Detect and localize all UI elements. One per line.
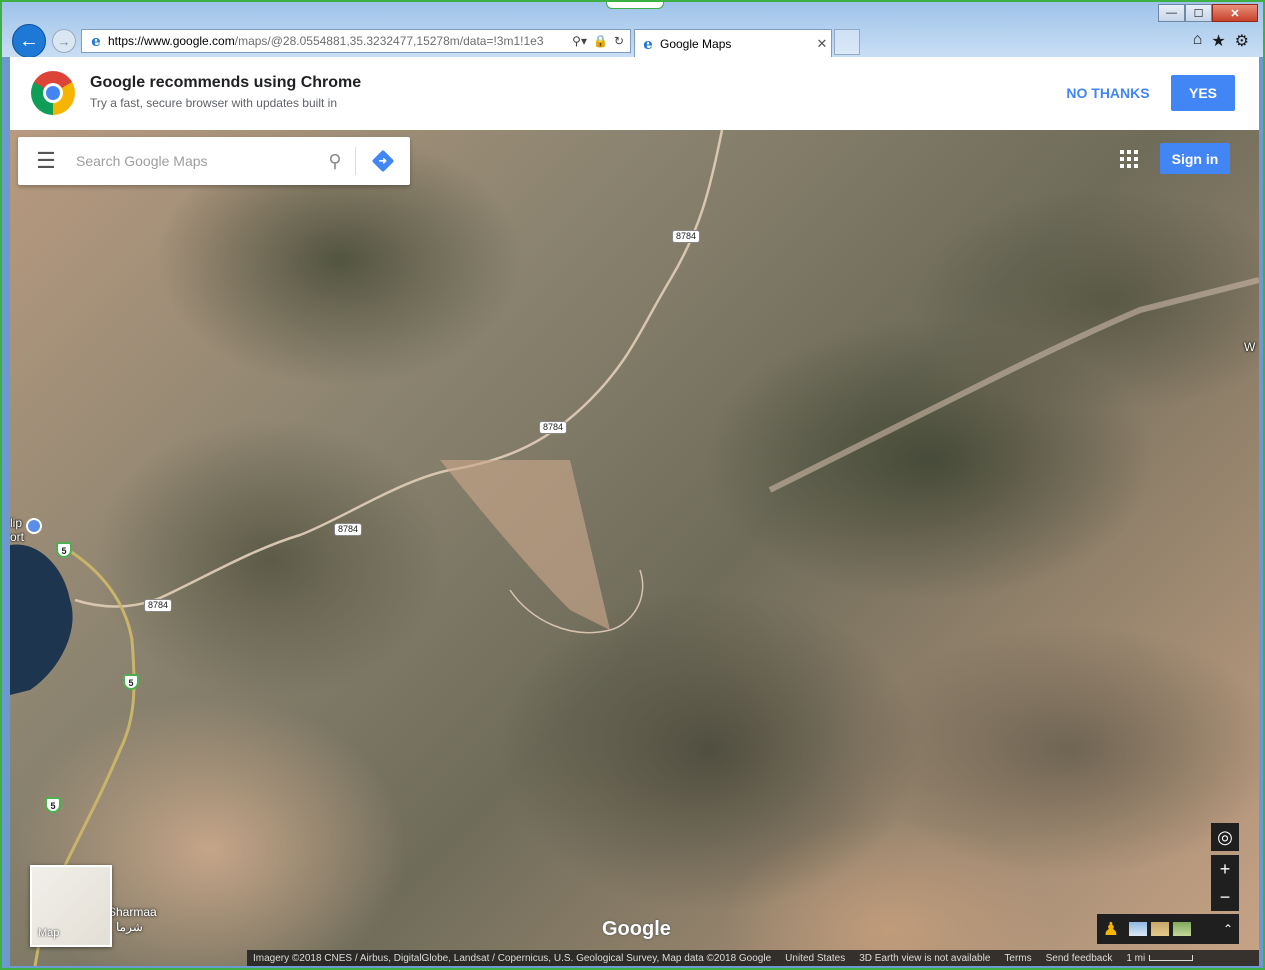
banner-title: Google recommends using Chrome [90, 74, 362, 91]
scale-label: 1 mi [1126, 952, 1146, 964]
tab-title: Google Maps [660, 36, 732, 51]
url-scheme: https://www. [108, 34, 173, 48]
zoom-in-button[interactable]: + [1211, 855, 1239, 883]
toolbar-icons: ⌂ ★ ⚙ [1193, 31, 1249, 51]
address-bar[interactable]: e https://www.google.com/maps/@28.055488… [81, 29, 631, 53]
layer-thumb-sky[interactable] [1129, 922, 1147, 936]
airport-poi-icon[interactable] [26, 518, 42, 534]
region-link[interactable]: United States [785, 953, 845, 964]
ie-page-icon: e [91, 32, 101, 50]
layer-thumb-green[interactable] [1173, 922, 1191, 936]
road-label-8784: 8784 [334, 523, 363, 536]
earth-view-note: 3D Earth view is not available [859, 952, 991, 964]
map-view-toggle[interactable]: Map [30, 865, 112, 947]
map-terrain [10, 130, 1259, 966]
minimap-label: Map [38, 927, 60, 939]
place-label-partial: ort [10, 530, 25, 544]
zoom-out-button[interactable]: − [1211, 883, 1239, 911]
window-notch [606, 2, 664, 9]
place-label-sharmaa-arabic: شرما [116, 920, 143, 934]
imagery-attribution: Imagery ©2018 CNES / Airbus, DigitalGlob… [253, 952, 772, 964]
expand-chevron-icon[interactable]: ⌃ [1223, 922, 1233, 936]
layers-bar: ♟ ⌃ [1097, 914, 1239, 944]
road-label-8784: 8784 [144, 599, 173, 612]
road-label-8784: 8784 [672, 230, 701, 243]
sea-water [10, 544, 73, 695]
apps-grid-icon[interactable] [1120, 150, 1138, 168]
banner-subtitle: Try a fast, secure browser with updates … [90, 96, 337, 110]
no-thanks-button[interactable]: NO THANKS [1060, 76, 1156, 110]
highway-shield-5: 5 [45, 797, 61, 813]
browser-chrome: ← → e https://www.google.com/maps/@28.05… [2, 2, 1263, 58]
road-8784 [74, 130, 724, 608]
url-path: /maps/@28.0554881,35.3232477,15278m/data… [234, 34, 544, 48]
url-domain: google.com [172, 34, 235, 48]
tab-google-maps[interactable]: e Google Maps ✕ [634, 29, 832, 57]
lock-icon[interactable]: 🔒 [593, 34, 608, 48]
back-button[interactable]: ← [12, 24, 46, 58]
browser-window: ← → e https://www.google.com/maps/@28.05… [0, 0, 1265, 970]
search-input[interactable] [74, 140, 315, 182]
menu-hamburger-icon[interactable]: ☰ [18, 137, 74, 185]
favorites-star-icon[interactable]: ★ [1211, 31, 1225, 51]
map-footer: Imagery ©2018 CNES / Airbus, DigitalGlob… [247, 950, 1259, 966]
satellite-map[interactable]: ☰ ⚲ ➜ Sign in 8784 8784 8784 8784 5 5 5 … [10, 130, 1259, 966]
place-label-sharmaa: Sharmaa [108, 905, 157, 919]
search-dropdown-icon[interactable]: ⚲▾ [572, 34, 587, 48]
close-window-button[interactable]: ✕ [1212, 4, 1258, 22]
tab-ie-icon: e [643, 34, 653, 53]
home-icon[interactable]: ⌂ [1193, 31, 1203, 51]
highway-shield-5: 5 [123, 674, 139, 690]
scale-bar-line [1149, 955, 1194, 961]
window-controls: — ☐ ✕ [1158, 4, 1258, 23]
settings-gear-icon[interactable]: ⚙ [1235, 31, 1249, 51]
sand-plain [440, 460, 610, 630]
directions-icon: ➜ [371, 149, 395, 173]
place-label-partial-right: W [1244, 340, 1256, 354]
new-tab-button[interactable] [834, 29, 860, 55]
forward-button[interactable]: → [52, 29, 76, 53]
maximize-button[interactable]: ☐ [1185, 4, 1212, 22]
my-location-icon[interactable]: ◎ [1211, 823, 1239, 851]
yes-button[interactable]: YES [1171, 75, 1235, 111]
address-url[interactable]: https://www.google.com/maps/@28.0554881,… [108, 34, 566, 48]
terms-link[interactable]: Terms [1004, 953, 1031, 964]
tab-close-icon[interactable]: ✕ [813, 36, 831, 52]
highway-shield-5: 5 [56, 542, 72, 558]
send-feedback-link[interactable]: Send feedback [1046, 953, 1113, 964]
directions-button[interactable]: ➜ [356, 137, 410, 185]
wadi [768, 277, 1259, 493]
sign-in-button[interactable]: Sign in [1160, 143, 1230, 174]
road-label-8784: 8784 [539, 421, 568, 434]
place-label-partial: lip [10, 516, 23, 530]
chrome-promo-banner: Google recommends using Chrome Try a fas… [10, 57, 1259, 131]
layer-thumb-terrain[interactable] [1151, 922, 1169, 936]
search-icon[interactable]: ⚲ [315, 137, 355, 185]
search-box: ☰ ⚲ ➜ [18, 137, 410, 185]
minimize-button[interactable]: — [1158, 4, 1185, 22]
google-logo: Google [602, 918, 671, 940]
scale-bar[interactable]: 1 mi [1126, 952, 1194, 964]
pegman-icon[interactable]: ♟ [1097, 914, 1125, 944]
chrome-logo-icon [31, 71, 75, 115]
refresh-icon[interactable]: ↻ [614, 34, 624, 48]
